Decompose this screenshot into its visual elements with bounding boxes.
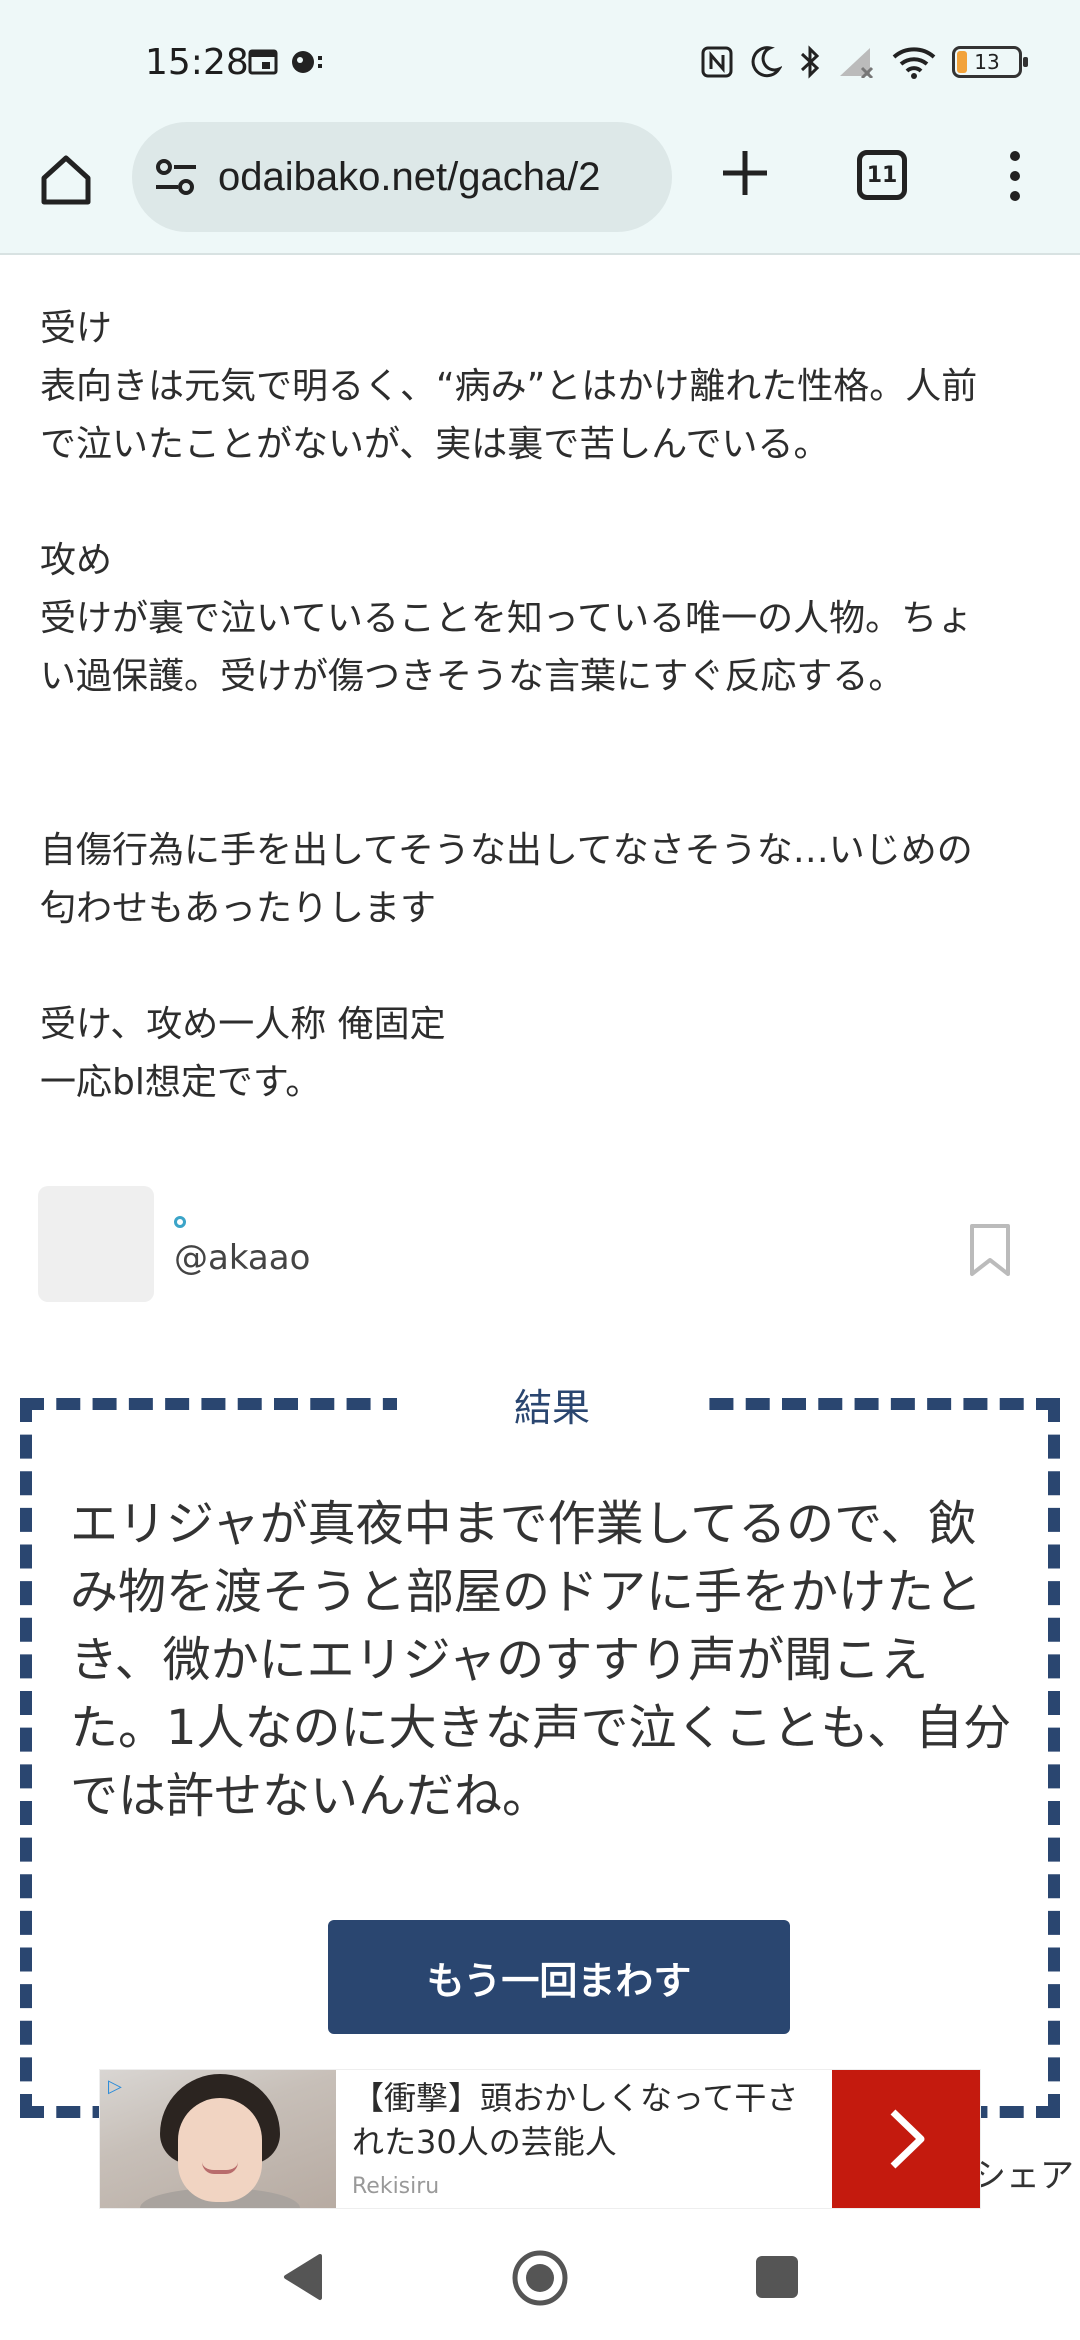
- battery-fill: [957, 51, 967, 73]
- result-text: エリジャが真夜中まで作業してるので、飲 み物を渡そうと部屋のドアに手をかけたと …: [70, 1490, 1030, 1830]
- home-circle-icon[interactable]: [510, 2248, 570, 2308]
- tab-switcher-button[interactable]: 11: [857, 150, 907, 200]
- result-text-line: き、微かにエリジャのすすり声が聞こえ: [70, 1632, 929, 1688]
- result-title: 結果: [513, 1386, 590, 1430]
- bluetooth-icon: [800, 45, 820, 79]
- notification-app-icon: [292, 51, 322, 73]
- result-title-wrap: 結果: [397, 1380, 707, 1440]
- result-box: 結果 エリジャが真夜中まで作業してるので、飲 み物を渡そうと部屋のドアに手をかけ…: [20, 1380, 1060, 2118]
- result-text-line: エリジャが真夜中まで作業してるので、飲: [70, 1496, 977, 1552]
- uke-heading: 受け: [40, 308, 113, 349]
- chevron-right-icon: [890, 2109, 925, 2169]
- ad-source: Rekisiru: [352, 2174, 440, 2199]
- author-handle[interactable]: @akaao: [174, 1238, 310, 1278]
- tab-count: 11: [866, 162, 898, 188]
- seme-text-line: 受けが裏で泣いていることを知っている唯一の人物。ちょ: [40, 598, 974, 639]
- more-menu-icon[interactable]: [1000, 146, 1030, 206]
- calendar-icon: [248, 49, 278, 75]
- author-card[interactable]: @akaao: [38, 1186, 1038, 1302]
- uke-text-line: で泣いたことがないが、実は裏で苦しんでいる。: [40, 424, 830, 465]
- ad-headline[interactable]: 【衝撃】頭おかしくなって干さ れた30人の芸能人: [352, 2076, 822, 2164]
- result-text-line: み物を渡そうと部屋のドアに手をかけたと: [70, 1564, 983, 1620]
- ad-choices-icon[interactable]: ▷: [108, 2076, 130, 2098]
- seme-text-line: い過保護。受けが傷つきそうな言葉にすぐ反応する。: [40, 656, 905, 697]
- back-icon[interactable]: [280, 2252, 326, 2302]
- do-not-disturb-moon-icon: [751, 46, 782, 78]
- prompt-description: 受け 表向きは元気で明るく、“病み”とはかけ離れた性格。人前 で泣いたことがない…: [40, 300, 1040, 1112]
- note-text-line: 自傷行為に手を出してそうな出してなさそうな…いじめの: [40, 830, 973, 871]
- ad-banner[interactable]: ▷ 【衝撃】頭おかしくなって干さ れた30人の芸能人 Rekisiru: [100, 2070, 980, 2208]
- browser-toolbar: odaibako.net/gacha/2 11: [0, 120, 1080, 255]
- wifi-icon: [892, 47, 936, 79]
- status-bar: 15:28 13: [0, 0, 1080, 120]
- battery-icon: 13: [952, 46, 1028, 78]
- ad-headline-line: れた30人の芸能人: [352, 2123, 617, 2161]
- ad-headline-line: 【衝撃】頭おかしくなって干さ: [352, 2079, 799, 2117]
- status-left-icons: [248, 48, 324, 76]
- result-text-line: では許せないんだね。: [70, 1768, 551, 1824]
- seme-heading: 攻め: [40, 540, 113, 581]
- ad-open-button[interactable]: [832, 2070, 980, 2208]
- avatar[interactable]: [38, 1186, 154, 1302]
- spin-again-button[interactable]: もう一回まわす: [328, 1920, 790, 2034]
- note-text-line: 匂わせもあったりします: [40, 888, 437, 929]
- cellular-signal-icon: [840, 48, 874, 78]
- uke-text-line: 表向きは元気で明るく、“病み”とはかけ離れた性格。人前: [40, 366, 978, 407]
- system-nav-bar: [0, 2210, 1080, 2340]
- share-label-partial[interactable]: シェア: [972, 2148, 1074, 2197]
- home-icon[interactable]: [36, 150, 96, 210]
- site-settings-icon[interactable]: [152, 155, 200, 199]
- ad-photo[interactable]: ▷: [100, 2070, 336, 2208]
- pronoun-text: 受け、攻め一人称 俺固定: [40, 1004, 446, 1045]
- new-tab-plus-icon[interactable]: [715, 143, 775, 203]
- url-bar[interactable]: odaibako.net/gacha/2: [132, 122, 672, 232]
- author-name-mark: [174, 1216, 186, 1228]
- result-text-line: た。1人なのに大きな声で泣くことも、自分: [70, 1700, 1012, 1756]
- bl-text: 一応bl想定です。: [40, 1062, 322, 1103]
- url-text: odaibako.net/gacha/2: [218, 154, 601, 199]
- status-right-icons: 13: [700, 44, 1028, 80]
- recent-apps-icon[interactable]: [756, 2256, 798, 2298]
- nfc-icon: [701, 46, 733, 78]
- status-time: 15:28: [145, 42, 249, 83]
- battery-level: 13: [974, 50, 1000, 74]
- bookmark-icon[interactable]: [968, 1222, 1012, 1278]
